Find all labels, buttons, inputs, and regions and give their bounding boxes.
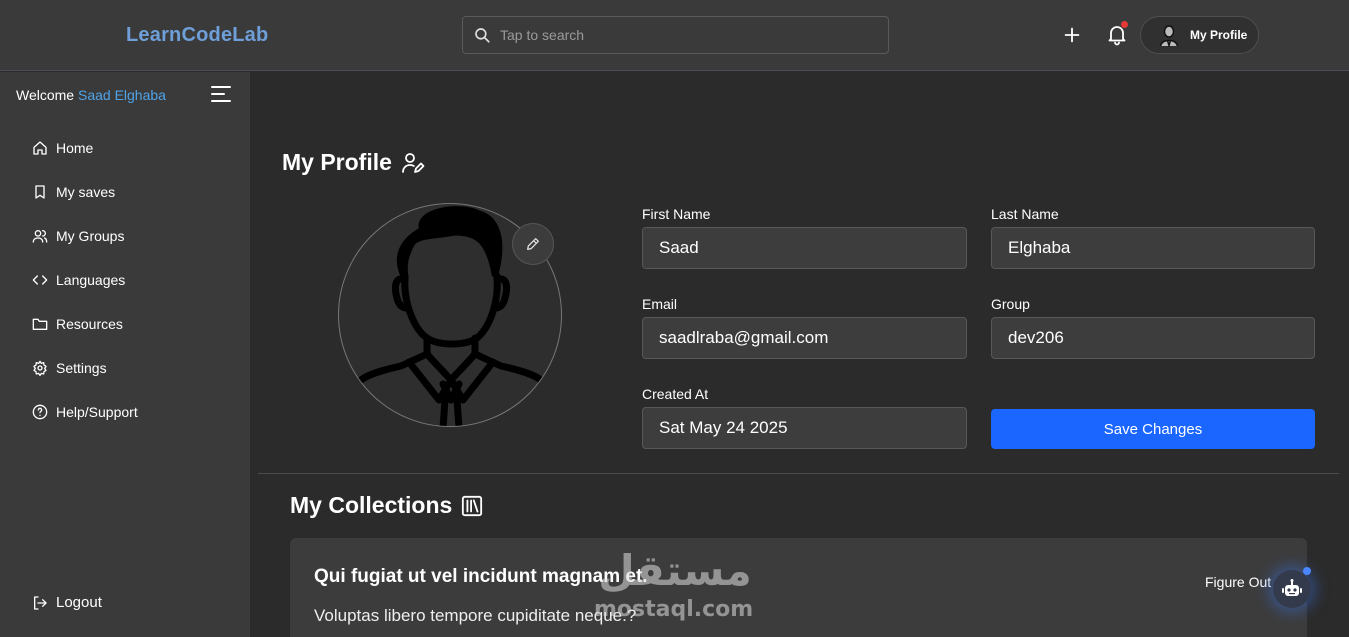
menu-icon[interactable] xyxy=(210,85,232,103)
sidebar-item-resources[interactable]: Resources xyxy=(32,313,123,335)
welcome-message: Welcome Saad Elghaba xyxy=(16,87,166,103)
created-at-field[interactable] xyxy=(642,407,967,449)
welcome-prefix: Welcome xyxy=(16,87,75,103)
sidebar-item-label: Settings xyxy=(56,360,107,376)
email-field[interactable] xyxy=(642,317,967,359)
search-bar[interactable] xyxy=(462,16,889,54)
sidebar-item-label: Languages xyxy=(56,272,126,288)
logout-icon xyxy=(34,595,47,610)
first-name-label: First Name xyxy=(642,206,711,222)
last-name-field[interactable] xyxy=(991,227,1315,269)
sidebar-item-label: My Groups xyxy=(56,228,125,244)
users-icon xyxy=(32,230,48,243)
created-at-label: Created At xyxy=(642,386,709,402)
logout-label: Logout xyxy=(56,594,102,611)
plus-icon[interactable] xyxy=(1061,24,1083,46)
page-title: My Profile xyxy=(282,149,425,176)
logout-button[interactable]: Logout xyxy=(32,594,102,611)
figure-out-link[interactable]: Figure Out xyxy=(1205,574,1271,590)
search-icon xyxy=(475,28,490,43)
profile-button-label: My Profile xyxy=(1190,28,1248,42)
save-changes-button[interactable]: Save Changes xyxy=(991,409,1315,449)
app-logo[interactable]: LearnCodeLab xyxy=(126,24,268,47)
first-name-field[interactable] xyxy=(642,227,967,269)
library-icon xyxy=(462,495,483,516)
chatbot-status-dot xyxy=(1303,567,1311,575)
bookmark-icon xyxy=(35,185,45,199)
sidebar-item-settings[interactable]: Settings xyxy=(32,357,107,379)
help-icon xyxy=(32,404,48,420)
group-field[interactable] xyxy=(991,317,1315,359)
pencil-icon xyxy=(527,238,539,250)
collection-card[interactable]: Qui fugiat ut vel incidunt magnam et. Vo… xyxy=(290,538,1307,637)
sidebar-item-help-support[interactable]: Help/Support xyxy=(32,401,138,423)
group-label: Group xyxy=(991,296,1030,312)
collection-description: Voluptas libero tempore cupiditate neque… xyxy=(314,606,637,625)
edit-avatar-button[interactable] xyxy=(512,223,554,265)
search-input[interactable] xyxy=(500,27,860,43)
notification-badge xyxy=(1121,21,1128,28)
user-edit-icon xyxy=(402,152,425,173)
page-title-text: My Profile xyxy=(282,149,392,175)
home-icon xyxy=(33,141,47,155)
sidebar-item-languages[interactable]: Languages xyxy=(32,269,125,291)
sidebar-item-label: Home xyxy=(56,140,94,156)
sidebar-item-my-saves[interactable]: My saves xyxy=(32,181,115,203)
collections-title-text: My Collections xyxy=(290,492,453,518)
collections-title: My Collections xyxy=(290,492,483,519)
sidebar-item-label: Resources xyxy=(56,316,123,332)
top-header: LearnCodeLab My Profile xyxy=(0,0,1349,71)
gear-icon xyxy=(33,360,47,376)
sidebar-item-label: My saves xyxy=(56,184,116,200)
chatbot-button[interactable] xyxy=(1273,570,1311,608)
section-divider xyxy=(258,473,1339,474)
collection-title: Qui fugiat ut vel incidunt magnam et. xyxy=(314,566,648,587)
sidebar: Welcome Saad Elghaba Home My saves My Gr… xyxy=(0,72,250,637)
sidebar-item-my-groups[interactable]: My Groups xyxy=(32,225,124,247)
folder-icon xyxy=(32,318,48,330)
email-label: Email xyxy=(642,296,678,312)
avatar-icon xyxy=(1159,25,1179,47)
last-name-label: Last Name xyxy=(991,206,1059,222)
robot-icon xyxy=(1282,579,1302,596)
user-name: Saad Elghaba xyxy=(77,87,166,103)
sidebar-item-label: Help/Support xyxy=(56,404,138,420)
sidebar-item-home[interactable]: Home xyxy=(32,137,93,159)
code-icon xyxy=(32,275,48,285)
profile-button[interactable]: My Profile xyxy=(1140,16,1259,54)
